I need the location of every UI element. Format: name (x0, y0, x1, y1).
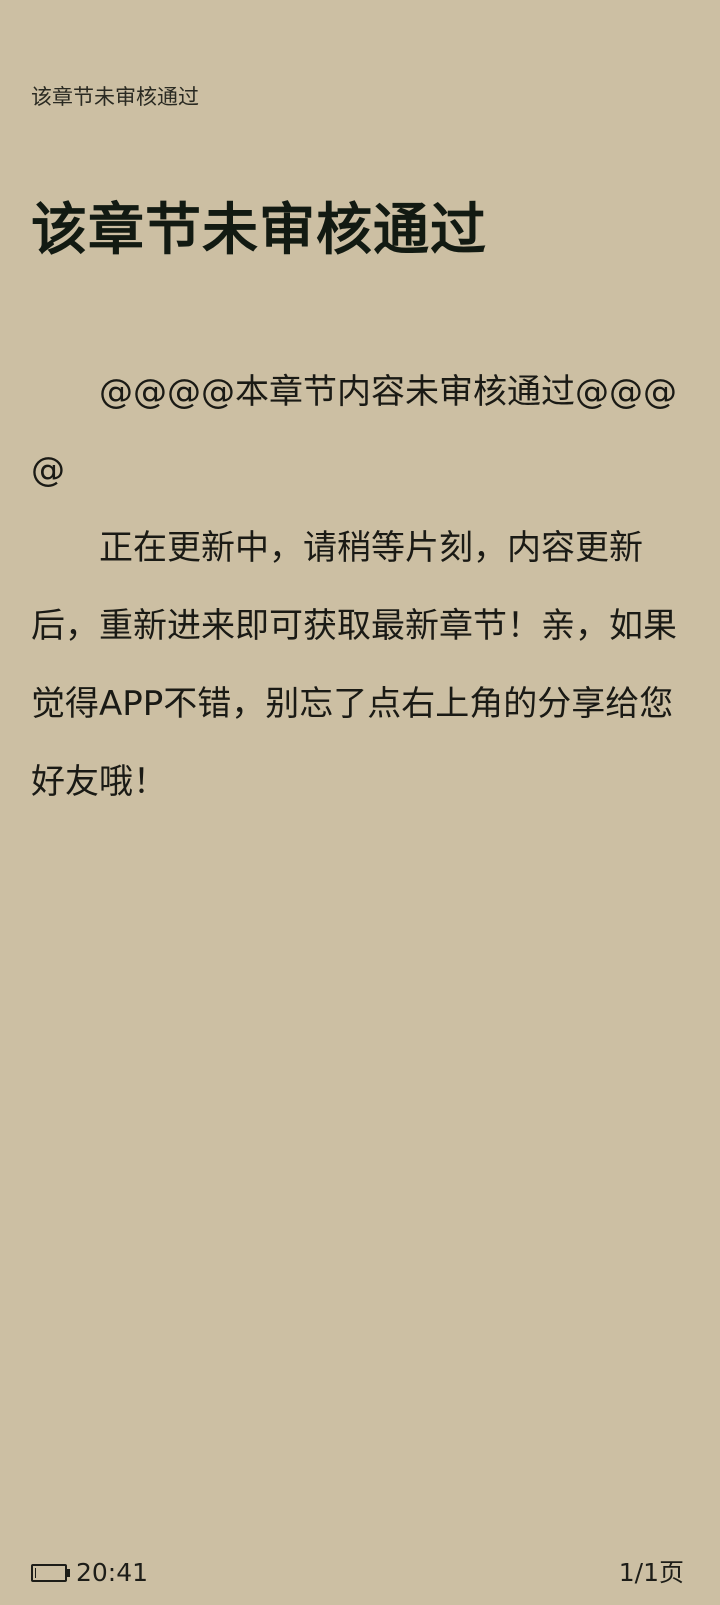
page-indicator: 1/1页 (618, 1558, 684, 1587)
clock-time: 20:41 (76, 1558, 149, 1587)
reader-footer: 20:41 1/1页 (0, 1555, 720, 1595)
chapter-content[interactable]: @@@@本章节内容未审核通过@@@@ 正在更新中，请稍等片刻，内容更新后，重新进… (31, 353, 677, 821)
battery-cap (67, 1569, 70, 1577)
content-paragraph: @@@@本章节内容未审核通过@@@@ (31, 372, 677, 490)
battery-level (35, 1568, 36, 1578)
running-header-chapter-name: 该章节未审核通过 (31, 85, 199, 109)
chapter-title: 该章节未审核通过 (31, 198, 487, 263)
battery-icon (31, 1564, 67, 1582)
content-paragraph: 正在更新中，请稍等片刻，内容更新后，重新进来即可获取最新章节！亲，如果觉得APP… (31, 528, 677, 802)
